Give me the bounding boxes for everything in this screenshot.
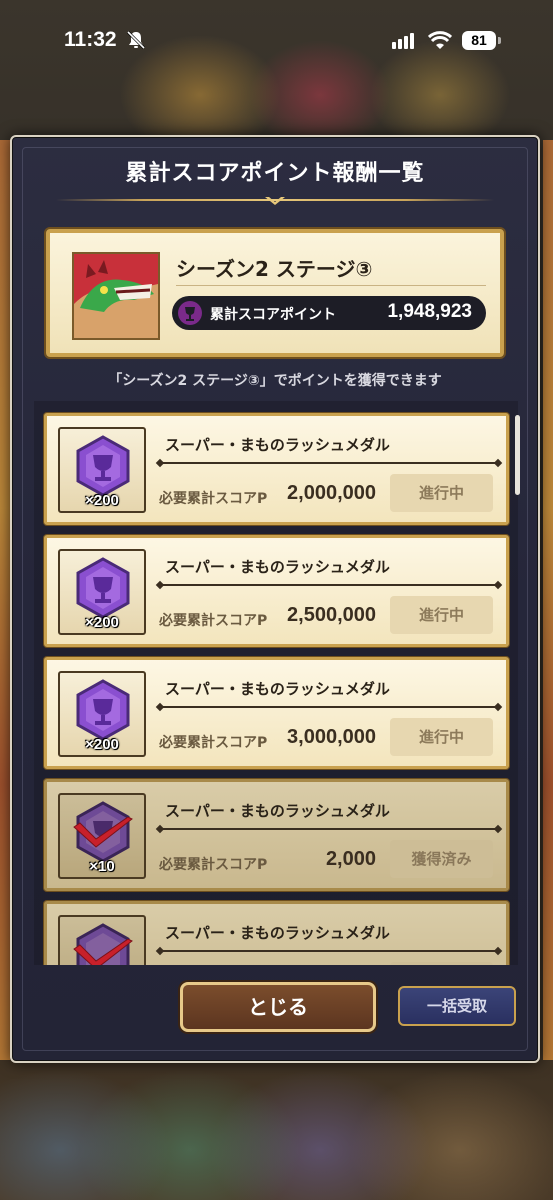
reward-icon-box: ×10 xyxy=(58,793,146,879)
reward-status-button[interactable]: 獲得済み xyxy=(390,840,493,878)
required-score-value: 2,000 xyxy=(325,848,376,870)
medal-icon xyxy=(76,679,130,741)
reward-name: スーパー・まものラッシュメダル xyxy=(165,680,390,698)
trophy-icon xyxy=(178,301,202,325)
reward-name: スーパー・まものラッシュメダル xyxy=(165,558,390,576)
reward-divider xyxy=(159,706,499,708)
reward-divider xyxy=(159,584,499,586)
stage-divider xyxy=(176,285,486,286)
hint-text: 「シーズン2 ステージ③」でポイントを獲得できます xyxy=(108,373,442,389)
ornament-icon xyxy=(265,197,285,205)
medal-icon xyxy=(76,557,130,619)
medal-icon xyxy=(76,435,130,497)
reward-list[interactable]: ×200 スーパー・まものラッシュメダル 必要累計スコアP 2,000,000 … xyxy=(34,401,518,965)
reward-name: スーパー・まものラッシュメダル xyxy=(165,436,390,454)
stage-name: シーズン2 ステージ③ xyxy=(176,257,373,281)
cellular-signal-icon xyxy=(392,33,414,49)
reward-icon-box: ×200 xyxy=(58,427,146,513)
status-bar: 11:32 81 xyxy=(0,0,553,80)
reward-quantity: ×200 xyxy=(85,614,119,631)
score-label: 累計スコアポイント xyxy=(210,307,336,323)
reward-row: スーパー・まものラッシュメダル xyxy=(44,901,509,965)
dialog-title: 累計スコアポイント報酬一覧 xyxy=(125,161,425,186)
required-score-value: 2,500,000 xyxy=(287,604,376,626)
monster-thumbnail xyxy=(72,252,160,340)
reward-divider xyxy=(159,462,499,464)
battery-cap xyxy=(498,37,501,44)
muted-bell-icon xyxy=(126,30,146,50)
close-button[interactable]: とじる xyxy=(180,982,376,1032)
reward-quantity: ×200 xyxy=(85,492,119,509)
list-scrollbar[interactable] xyxy=(515,415,520,495)
background-edge-left xyxy=(0,140,10,1060)
reward-name: スーパー・まものラッシュメダル xyxy=(165,924,390,942)
reward-icon-box: ×200 xyxy=(58,671,146,757)
reward-divider xyxy=(159,950,499,952)
required-score-label: 必要累計スコアP xyxy=(159,857,268,873)
dragon-monster-icon xyxy=(74,254,158,338)
reward-quantity: ×200 xyxy=(85,736,119,753)
reward-icon-box: ×200 xyxy=(58,549,146,635)
required-score-label: 必要累計スコアP xyxy=(159,491,268,507)
stage-card: シーズン2 ステージ③ 累計スコアポイント 1,948,923 xyxy=(46,229,504,357)
claim-all-button[interactable]: 一括受取 xyxy=(398,986,516,1026)
reward-status-button[interactable] xyxy=(390,962,493,965)
required-score-value: 3,000,000 xyxy=(287,726,376,748)
battery-indicator: 81 xyxy=(462,31,496,50)
reward-name: スーパー・まものラッシュメダル xyxy=(165,802,390,820)
claimed-check-icon xyxy=(73,939,133,965)
required-score-value: 2,000,000 xyxy=(287,482,376,504)
reward-row: ×200 スーパー・まものラッシュメダル 必要累計スコアP 3,000,000 … xyxy=(44,657,509,769)
reward-status-button[interactable]: 進行中 xyxy=(390,596,493,634)
claimed-check-icon xyxy=(73,817,133,848)
reward-list-dialog: 累計スコアポイント報酬一覧 シーズン2 ステージ③ 累計スコアポイント 1,94… xyxy=(10,135,540,1063)
reward-row: ×200 スーパー・まものラッシュメダル 必要累計スコアP 2,500,000 … xyxy=(44,535,509,647)
required-score-label: 必要累計スコアP xyxy=(159,735,268,751)
reward-status-button[interactable]: 進行中 xyxy=(390,718,493,756)
reward-icon-box xyxy=(58,915,146,965)
cumulative-score-pill: 累計スコアポイント 1,948,923 xyxy=(172,296,486,330)
reward-status-button[interactable]: 進行中 xyxy=(390,474,493,512)
reward-quantity: ×10 xyxy=(89,858,115,875)
reward-row: ×200 スーパー・まものラッシュメダル 必要累計スコアP 2,000,000 … xyxy=(44,413,509,525)
score-value: 1,948,923 xyxy=(387,301,472,322)
background-edge-right xyxy=(543,140,553,1060)
clock: 11:32 xyxy=(64,28,117,51)
reward-row: ×10 スーパー・まものラッシュメダル 必要累計スコアP 2,000 獲得済み xyxy=(44,779,509,891)
wifi-icon xyxy=(428,31,452,49)
required-score-label: 必要累計スコアP xyxy=(159,613,268,629)
reward-divider xyxy=(159,828,499,830)
